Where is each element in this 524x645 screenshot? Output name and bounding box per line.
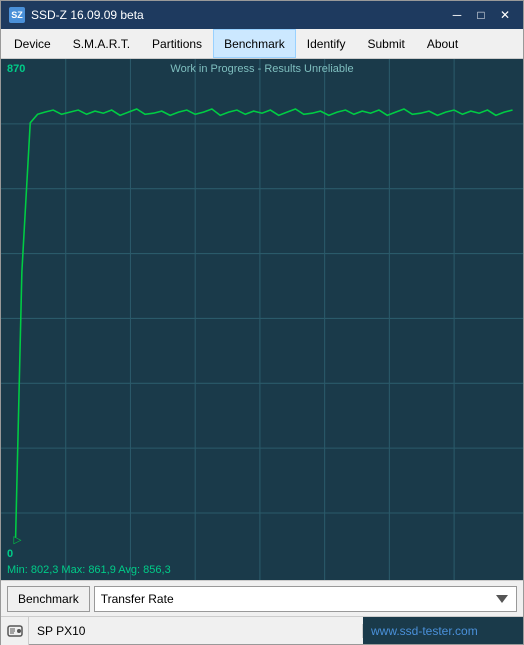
app-icon: SZ xyxy=(9,7,25,23)
benchmark-button[interactable]: Benchmark xyxy=(7,586,90,612)
chart-svg: ▷ xyxy=(1,59,523,580)
title-controls: ─ □ ✕ xyxy=(447,6,515,24)
chart-title: Work in Progress - Results Unreliable xyxy=(1,63,523,75)
website-label: www.ssd-tester.com xyxy=(363,617,523,644)
menu-item-submit[interactable]: Submit xyxy=(356,29,415,58)
metric-dropdown[interactable]: Transfer RateIOPSLatency xyxy=(94,586,517,612)
menu-item-identify[interactable]: Identify xyxy=(296,29,357,58)
menu-item-smart[interactable]: S.M.A.R.T. xyxy=(62,29,141,58)
chart-area: 870 Work in Progress - Results Unreliabl… xyxy=(1,59,523,580)
chart-stats: Min: 802,3 Max: 861,9 Avg: 856,3 xyxy=(7,564,171,576)
menu-bar: DeviceS.M.A.R.T.PartitionsBenchmarkIdent… xyxy=(1,29,523,59)
menu-item-partitions[interactable]: Partitions xyxy=(141,29,213,58)
app-window: SZ SSD-Z 16.09.09 beta ─ □ ✕ DeviceS.M.A… xyxy=(0,0,524,645)
drive-icon xyxy=(7,623,23,639)
menu-item-benchmark[interactable]: Benchmark xyxy=(213,29,296,58)
chart-value-bottom: 0 xyxy=(7,548,13,560)
drive-name: SP PX10 xyxy=(29,624,363,638)
svg-text:▷: ▷ xyxy=(14,534,23,546)
minimize-button[interactable]: ─ xyxy=(447,6,467,24)
title-bar-left: SZ SSD-Z 16.09.09 beta xyxy=(9,7,144,23)
title-bar: SZ SSD-Z 16.09.09 beta ─ □ ✕ xyxy=(1,1,523,29)
menu-item-device[interactable]: Device xyxy=(3,29,62,58)
window-title: SSD-Z 16.09.09 beta xyxy=(31,8,144,22)
menu-item-about[interactable]: About xyxy=(416,29,469,58)
maximize-button[interactable]: □ xyxy=(471,6,491,24)
close-button[interactable]: ✕ xyxy=(495,6,515,24)
status-icon xyxy=(1,617,29,645)
status-bar: SP PX10 www.ssd-tester.com xyxy=(1,616,523,644)
toolbar: Benchmark Transfer RateIOPSLatency xyxy=(1,580,523,616)
